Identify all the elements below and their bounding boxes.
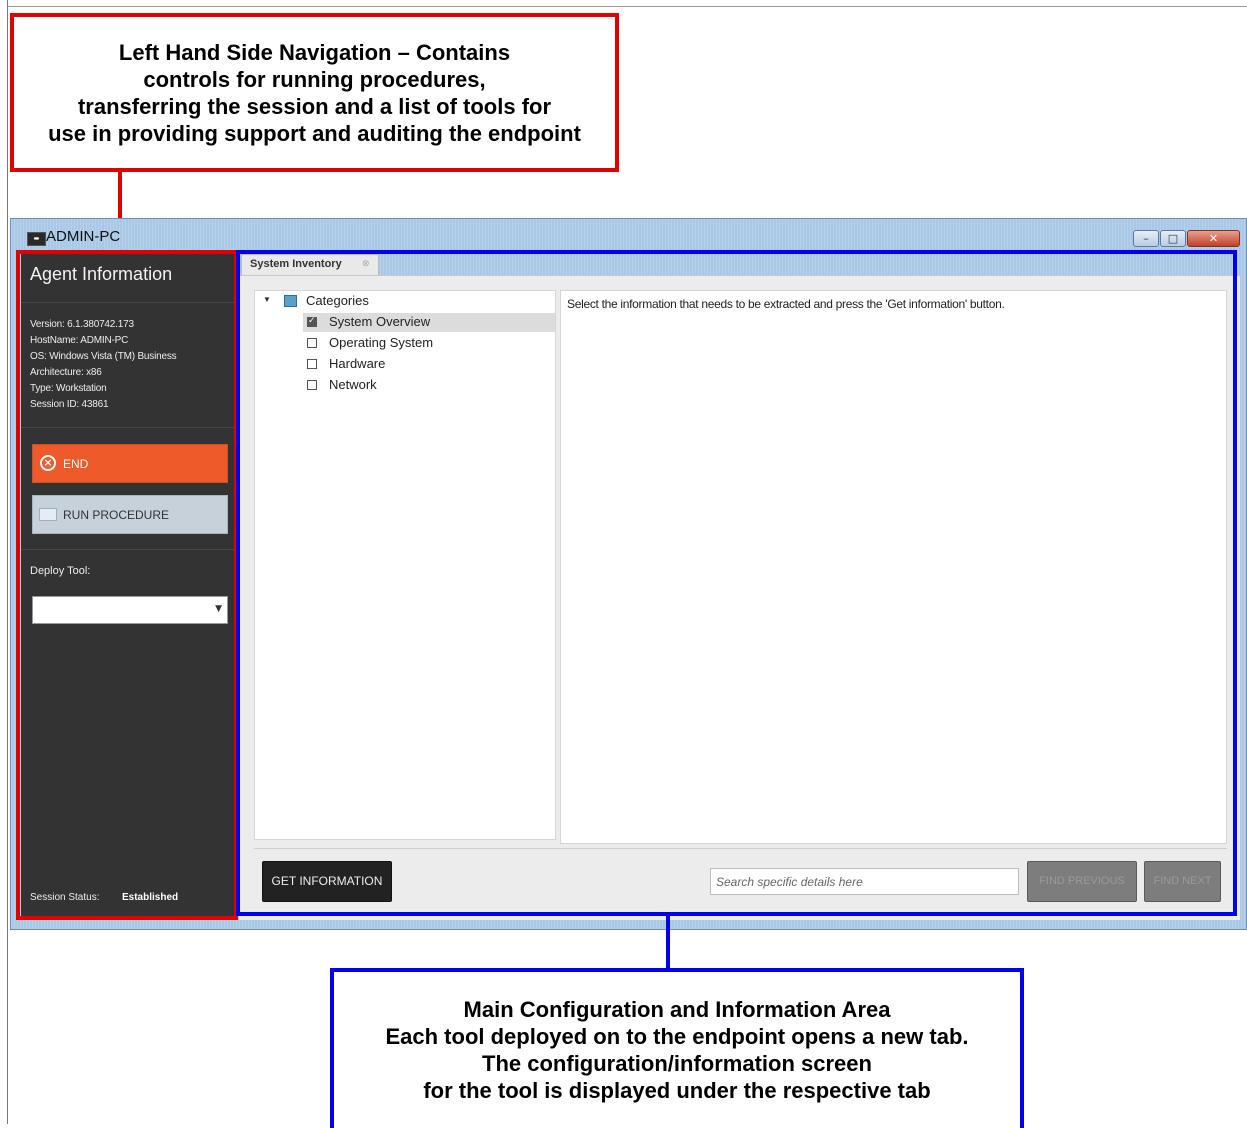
get-information-button[interactable]: GET INFORMATION [262, 861, 392, 902]
checkbox-icon[interactable] [307, 338, 317, 348]
agent-type: Type: Workstation [30, 383, 107, 394]
tree-item-hardware[interactable]: Hardware [303, 355, 555, 374]
main-area: System Inventory ⊗ ▼ Categories System O… [239, 252, 1240, 920]
instruction-message: Select the information that needs to be … [567, 297, 1005, 311]
agent-hostname: HostName: ADMIN-PC [30, 335, 129, 346]
deploy-tool-label: Deploy Tool: [30, 565, 91, 577]
category-tree: ▼ Categories System Overview Operating S… [254, 290, 556, 840]
find-previous-button[interactable]: FIND PREVIOUS [1027, 861, 1137, 902]
checkbox-icon[interactable] [307, 380, 317, 390]
tree-root[interactable]: ▼ Categories [255, 291, 555, 310]
search-details-input[interactable] [710, 868, 1019, 895]
minimize-icon[interactable]: – [1133, 230, 1159, 247]
checkbox-icon[interactable] [307, 315, 317, 327]
close-icon[interactable]: ✕ [1187, 230, 1240, 247]
information-panel: Select the information that needs to be … [560, 290, 1227, 844]
left-navigation: Agent Information Version: 6.1.380742.17… [21, 252, 237, 920]
expand-arrow-icon[interactable]: ▼ [263, 295, 271, 304]
checkbox-icon[interactable] [307, 359, 317, 369]
left-nav-callout: Left Hand Side Navigation – Contains con… [10, 13, 619, 172]
app-window: ▬ ADMIN-PC – □ ✕ Agent Information Versi… [10, 218, 1247, 930]
agent-os: OS: Windows Vista (TM) Business [30, 351, 177, 362]
tree-item-label: Operating System [329, 335, 434, 350]
end-icon: × [40, 455, 56, 471]
main-area-connector [666, 912, 670, 970]
tree-item-operating-system[interactable]: Operating System [303, 334, 555, 353]
tree-item-network[interactable]: Network [303, 376, 555, 395]
tree-item-label: Hardware [329, 356, 386, 371]
session-status-value: Established [122, 892, 179, 903]
image-border-top [7, 6, 1247, 7]
divider [21, 427, 237, 428]
agent-information-title: Agent Information [30, 264, 173, 284]
divider [254, 848, 1227, 849]
end-button-label: END [63, 457, 89, 471]
window-title: ADMIN-PC [46, 228, 121, 245]
agent-version: Version: 6.1.380742.173 [30, 319, 134, 330]
divider [21, 302, 237, 303]
run-procedure-button[interactable]: RUN PROCEDURE [32, 495, 228, 534]
session-status-label: Session Status: [30, 892, 100, 903]
close-tab-icon[interactable]: ⊗ [362, 259, 370, 269]
agent-session-id: Session ID: 43861 [30, 399, 109, 410]
app-icon: ▬ [27, 232, 46, 246]
image-border-left [7, 0, 8, 1124]
tab-strip: System Inventory ⊗ [239, 252, 1240, 276]
tree-root-label: Categories [306, 293, 369, 308]
divider [21, 549, 237, 550]
run-procedure-label: RUN PROCEDURE [63, 508, 170, 522]
deploy-tool-select[interactable]: ▼ [32, 596, 228, 624]
tree-item-system-overview[interactable]: System Overview [303, 313, 555, 332]
category-checkbox-icon[interactable] [284, 295, 297, 307]
end-button[interactable]: × END [32, 444, 228, 483]
tab-system-inventory[interactable]: System Inventory ⊗ [241, 254, 379, 275]
tree-item-label: Network [329, 377, 377, 392]
find-next-button[interactable]: FIND NEXT [1144, 861, 1221, 902]
agent-architecture: Architecture: x86 [30, 367, 102, 378]
tab-content: ▼ Categories System Overview Operating S… [239, 275, 1240, 920]
chevron-down-icon: ▼ [215, 604, 222, 614]
main-area-callout: Main Configuration and Information Area … [330, 968, 1024, 1128]
tree-item-label: System Overview [329, 314, 431, 329]
maximize-icon[interactable]: □ [1160, 230, 1186, 247]
monitor-icon [39, 508, 57, 521]
tab-label: System Inventory [250, 258, 342, 270]
